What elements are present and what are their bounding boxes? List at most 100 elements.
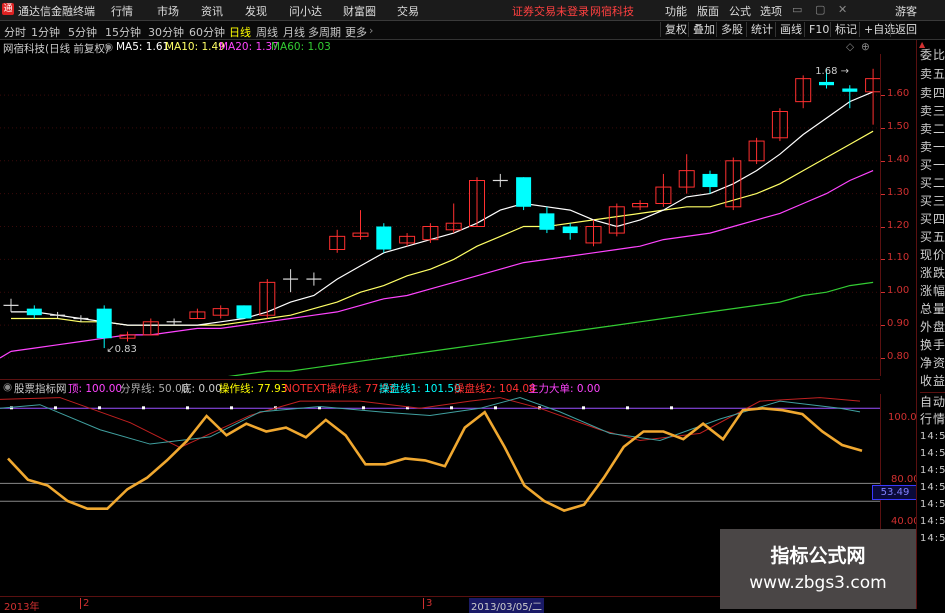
watermark-title: 指标公式网	[770, 545, 866, 567]
rp-market[interactable]: 行情	[920, 410, 945, 427]
rp-change: 涨跌	[920, 266, 945, 280]
ma60-line	[227, 281, 874, 376]
candle	[119, 331, 136, 342]
login-notice[interactable]: 证券交易未登录	[512, 3, 589, 19]
btn-fanhui[interactable]: 返回	[890, 22, 921, 37]
settings-icon[interactable]: ◉	[104, 41, 113, 53]
btn-diejia[interactable]: 叠加	[688, 22, 719, 37]
period-tab-bar: 分时 1分钟 5分钟 15分钟 30分钟 60分钟 日线 周线 月线 多周期 更…	[0, 21, 945, 40]
rp-sell4: 卖四	[920, 86, 945, 100]
guest-label[interactable]: 游客	[895, 3, 917, 19]
crosshair-readout: 53.49	[872, 485, 918, 500]
menu-wenxiaoda[interactable]: 问小达	[289, 3, 322, 19]
rp-income: 收益	[920, 374, 945, 388]
app-logo-icon: 通	[2, 3, 14, 15]
price-axis-tick	[881, 193, 885, 195]
rp-sell1: 卖一	[920, 140, 945, 154]
top-marker	[98, 406, 101, 410]
top-marker	[54, 406, 57, 410]
date-cursor: 2013/03/05/二	[469, 598, 545, 613]
top-marker	[450, 406, 453, 410]
candle	[795, 75, 812, 109]
indicator-settings-icon[interactable]: ◉	[3, 381, 12, 393]
btn-duogu[interactable]: 多股	[716, 22, 747, 37]
rp-auto[interactable]: 自动	[920, 392, 945, 410]
zoom-icon[interactable]: ⊕	[861, 41, 870, 53]
btn-huaxian[interactable]: 画线	[775, 22, 806, 37]
price-axis: 1.60 1.50 1.40 1.30 1.20 1.10 1.00 0.90 0.80	[880, 54, 917, 376]
candle	[166, 318, 182, 326]
menu-shichang[interactable]: 市场	[157, 3, 179, 19]
rp-buy3: 买三	[920, 194, 945, 208]
tab-5min[interactable]: 5分钟	[68, 24, 97, 40]
high-price-label: 1.68 →	[815, 66, 849, 77]
candle	[329, 229, 346, 253]
candle	[678, 154, 695, 194]
menu-xuanxiang[interactable]: 选项	[760, 3, 782, 19]
menu-gongshi[interactable]: 公式	[729, 3, 751, 19]
menu-faxian[interactable]: 发现	[245, 3, 267, 19]
candle	[142, 318, 159, 336]
tab-monthly[interactable]: 月线	[283, 24, 305, 40]
menu-gongneng[interactable]: 功能	[665, 3, 687, 19]
tab-daily[interactable]: 日线	[229, 24, 251, 40]
tab-multi[interactable]: 多周期	[308, 24, 341, 40]
candle	[539, 206, 555, 234]
rp-turnover: 换手	[920, 338, 945, 352]
rp-sell2: 卖二	[920, 122, 945, 136]
menu-caifuquan[interactable]: 财富圈	[343, 3, 376, 19]
tab-fenshi[interactable]: 分时	[4, 24, 26, 40]
price-axis-label: 1.20	[887, 219, 910, 231]
tab-60min[interactable]: 60分钟	[189, 24, 225, 40]
quote-side-panel[interactable]: ▲ 委比 卖五 卖四 卖三 卖二 卖一 买一 买二 买三 买四 买五 现价 涨跌…	[916, 40, 945, 609]
price-axis-tick	[881, 160, 885, 162]
ma20-label: MA20: 1.37	[219, 41, 279, 53]
candle	[632, 200, 649, 211]
menu-zixun[interactable]: 资讯	[201, 3, 223, 19]
tab-more[interactable]: 更多	[345, 24, 367, 40]
price-axis-tick	[881, 325, 885, 327]
pan1-line	[0, 397, 861, 445]
minimize-icon[interactable]: ▭	[792, 3, 802, 16]
low-price-label: ↙0.83	[106, 344, 137, 355]
restore-icon[interactable]: ▢	[815, 3, 825, 16]
close-icon[interactable]: ✕	[838, 3, 847, 16]
rp-time-2: 14:50	[920, 448, 945, 459]
btn-f10[interactable]: F10	[804, 22, 833, 37]
rp-time-5: 14:50	[920, 499, 945, 510]
candle	[469, 177, 485, 227]
candle	[26, 305, 42, 319]
top-marker	[582, 406, 585, 410]
tab-30min[interactable]: 30分钟	[148, 24, 184, 40]
btn-biaoji[interactable]: 标记	[830, 22, 861, 37]
price-axis-tick	[881, 127, 885, 129]
btn-fuquan[interactable]: 复权	[660, 22, 691, 37]
candle	[492, 173, 508, 188]
menu-banmian[interactable]: 版面	[697, 3, 719, 19]
tab-1min[interactable]: 1分钟	[31, 24, 60, 40]
menu-jiaoyi[interactable]: 交易	[397, 3, 419, 19]
candle	[3, 298, 19, 312]
ma5-label: MA5: 1.61	[116, 41, 170, 53]
price-axis-label: 1.30	[887, 186, 910, 198]
candle	[748, 137, 765, 165]
pan2-line	[0, 397, 861, 449]
price-axis-label: 1.40	[887, 153, 910, 165]
menu-bar: 通 通达信金融终端 行情 市场 资讯 发现 问小达 财富圈 交易 证券交易未登录…	[0, 0, 945, 21]
candlestick-chart[interactable]: 1.68 → ↙0.83	[0, 54, 880, 376]
top-marker	[494, 406, 497, 410]
ma60-label: MA60: 1.03	[271, 41, 331, 53]
top-marker	[362, 406, 365, 410]
price-axis-label: 1.60	[887, 88, 910, 100]
candle	[516, 177, 532, 211]
ma10-label: MA10: 1.49	[165, 41, 225, 53]
tab-15min[interactable]: 15分钟	[105, 24, 141, 40]
chevron-right-icon[interactable]: ›	[369, 24, 373, 37]
diamond-icon[interactable]: ◇	[846, 41, 854, 53]
price-axis-tick	[881, 95, 885, 97]
tab-weekly[interactable]: 周线	[256, 24, 278, 40]
rp-sell3: 卖三	[920, 104, 945, 118]
menu-hangqing[interactable]: 行情	[111, 3, 133, 19]
btn-tongji[interactable]: 统计	[746, 22, 777, 37]
candle	[50, 311, 66, 319]
